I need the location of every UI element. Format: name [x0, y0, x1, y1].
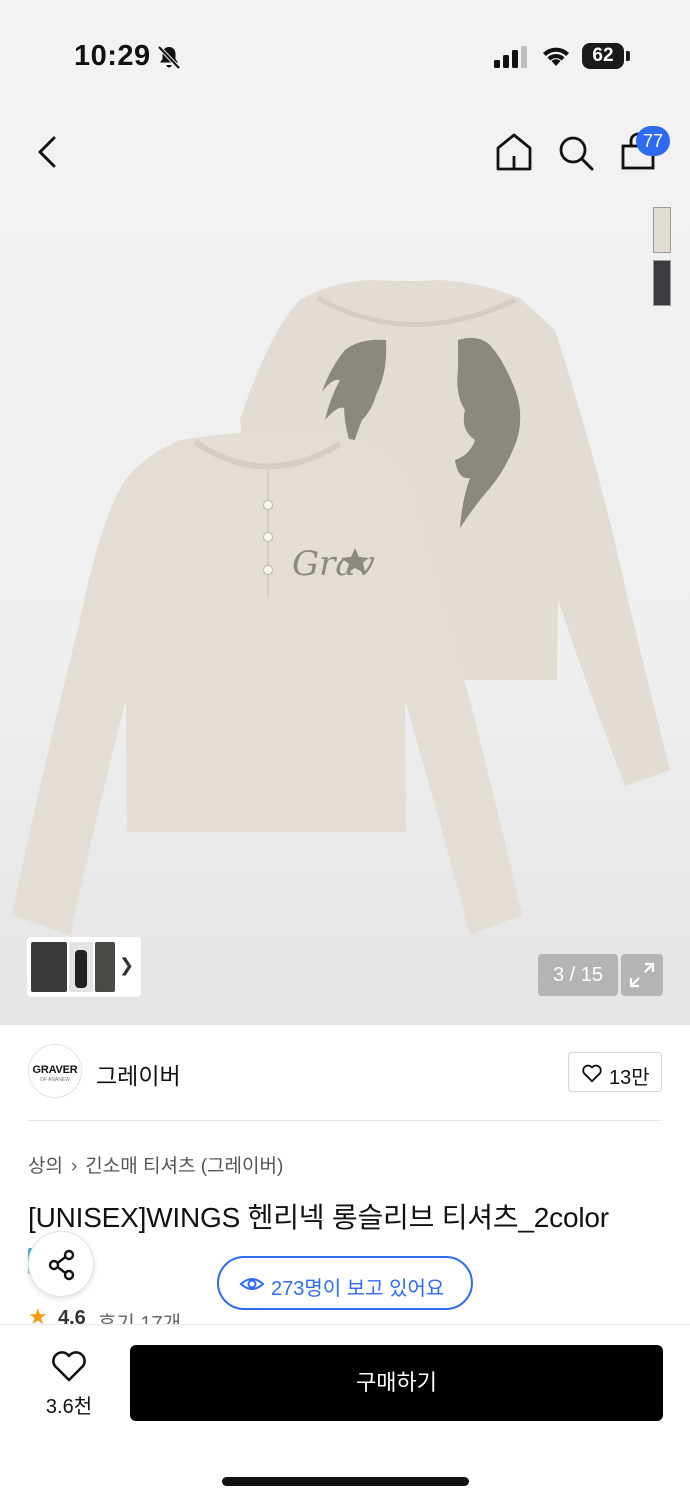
- battery-percent: 62: [592, 45, 614, 66]
- product-image[interactable]: Grav: [0, 100, 690, 1025]
- product-photo-shirts: Grav: [12, 280, 670, 935]
- status-bar: 10:29 62: [0, 0, 690, 100]
- breadcrumb-subcategory[interactable]: 긴소매 티셔츠 (그레이버): [85, 1151, 283, 1178]
- share-icon: [48, 1249, 75, 1281]
- viewers-text: 273명이 보고 있어요: [271, 1278, 445, 1300]
- breadcrumb: 상의 › 긴소매 티셔츠 (그레이버): [28, 1151, 283, 1178]
- heart-icon: [52, 1351, 86, 1382]
- color-swatch-beige[interactable]: [653, 207, 671, 253]
- thumbnail-2[interactable]: [69, 942, 93, 992]
- brand-logo-subtext: OF ANANEW: [39, 1077, 70, 1083]
- image-counter: 3 / 15: [538, 954, 618, 996]
- bell-muted-icon: [157, 45, 181, 70]
- status-time: 10:29: [74, 40, 151, 72]
- chevron-right-icon: ›: [70, 1156, 78, 1177]
- brand-like-button[interactable]: 13만: [568, 1052, 662, 1092]
- battery-indicator: 62: [582, 43, 630, 69]
- star-icon: ★: [28, 1304, 48, 1327]
- wifi-icon: [543, 47, 569, 66]
- signal-icon: [494, 46, 527, 68]
- back-icon[interactable]: [28, 130, 68, 174]
- eye-icon: [239, 1278, 265, 1290]
- brand-name[interactable]: 그레이버: [96, 1057, 181, 1091]
- brand-like-count: 13만: [609, 1067, 650, 1089]
- color-swatch-charcoal[interactable]: [653, 260, 671, 306]
- divider: [28, 1120, 662, 1121]
- share-button[interactable]: [28, 1231, 94, 1297]
- thumbnail-strip[interactable]: ❯: [27, 937, 141, 997]
- live-viewers-pill: 273명이 보고 있어요: [217, 1256, 473, 1310]
- product-title: [UNISEX]WINGS 헨리넥 롱슬리브 티셔츠_2color: [28, 1202, 609, 1233]
- heart-icon: [582, 1064, 602, 1083]
- brand-logo[interactable]: GRAVER OF ANANEW: [28, 1044, 82, 1098]
- thumbnail-1[interactable]: [31, 942, 67, 992]
- home-icon[interactable]: [494, 130, 534, 174]
- search-icon[interactable]: [556, 130, 596, 174]
- shirt-print-text: Grav: [292, 544, 375, 584]
- buy-button[interactable]: 구매하기: [130, 1345, 663, 1421]
- wishlist-count: 3.6천: [45, 1396, 93, 1418]
- home-indicator: [222, 1477, 469, 1486]
- brand-logo-text: GRAVER: [32, 1064, 78, 1076]
- thumbnail-3[interactable]: [95, 942, 115, 992]
- chevron-right-icon[interactable]: ❯: [119, 955, 134, 976]
- cart-count-badge: 77: [636, 126, 671, 156]
- wishlist-button[interactable]: 3.6천: [30, 1346, 108, 1420]
- expand-icon[interactable]: [621, 954, 663, 996]
- breadcrumb-category[interactable]: 상의: [28, 1151, 63, 1178]
